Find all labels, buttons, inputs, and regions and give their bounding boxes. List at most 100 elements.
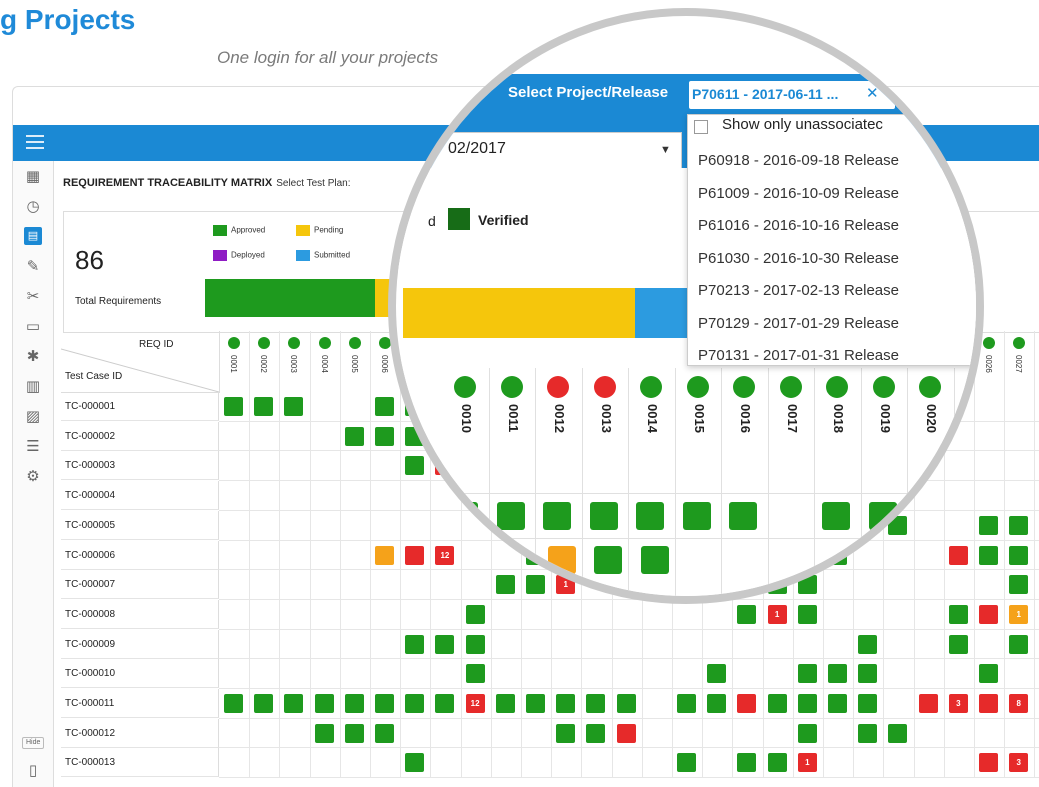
trace-cell[interactable] bbox=[707, 694, 727, 713]
trace-cell[interactable] bbox=[1009, 634, 1029, 654]
lens-trace-cell[interactable] bbox=[822, 502, 850, 530]
dropdown-arrow-icon[interactable]: ▼ bbox=[660, 144, 671, 156]
trace-cell[interactable] bbox=[375, 723, 394, 743]
trace-cell[interactable] bbox=[586, 723, 606, 743]
trace-cell[interactable] bbox=[526, 694, 545, 713]
trace-cell[interactable] bbox=[677, 694, 696, 713]
trace-cell[interactable] bbox=[979, 545, 998, 565]
trace-cell[interactable] bbox=[495, 694, 515, 713]
settings-icon[interactable]: ⚙ bbox=[24, 467, 42, 485]
stack-icon[interactable]: ☰ bbox=[24, 437, 42, 455]
trace-cell[interactable] bbox=[948, 604, 968, 624]
trace-cell[interactable] bbox=[375, 694, 394, 713]
lens-trace-cell[interactable] bbox=[682, 502, 711, 530]
requirements-icon[interactable]: ▤ bbox=[24, 227, 42, 245]
trace-cell[interactable] bbox=[767, 753, 787, 773]
terminal-icon[interactable]: ▭ bbox=[24, 317, 42, 335]
trace-cell[interactable] bbox=[737, 753, 757, 773]
test-case-row[interactable]: TC-000002 bbox=[61, 421, 219, 451]
lens-trace-cell[interactable] bbox=[589, 502, 618, 530]
trace-cell[interactable] bbox=[375, 545, 394, 565]
lens-trace-cell[interactable] bbox=[868, 502, 897, 530]
trace-cell[interactable] bbox=[375, 426, 394, 446]
lens-trace-cell[interactable] bbox=[594, 546, 622, 574]
release-option[interactable]: P60918 - 2016-09-18 Release bbox=[698, 152, 899, 169]
trace-cell[interactable]: 3 bbox=[1009, 753, 1029, 773]
trace-cell[interactable] bbox=[224, 397, 243, 416]
lens-trace-cell[interactable] bbox=[496, 502, 525, 530]
trace-cell[interactable] bbox=[284, 694, 304, 713]
trace-cell[interactable] bbox=[858, 634, 878, 654]
release-option[interactable]: P70129 - 2017-01-29 Release bbox=[698, 315, 899, 332]
release-option[interactable]: P61030 - 2016-10-30 Release bbox=[698, 250, 899, 267]
test-case-row[interactable]: TC-000011 bbox=[61, 689, 219, 718]
test-case-row[interactable]: TC-000009 bbox=[61, 629, 219, 659]
trace-cell[interactable] bbox=[616, 723, 636, 743]
lens-trace-cell[interactable] bbox=[450, 502, 478, 530]
dashboard-icon[interactable]: ▦ bbox=[24, 167, 42, 185]
trace-cell[interactable] bbox=[465, 634, 485, 654]
hide-sidebar-button[interactable]: Hide bbox=[22, 737, 45, 749]
trace-cell[interactable] bbox=[465, 664, 485, 684]
lens-trace-cell[interactable] bbox=[636, 502, 664, 530]
bug-icon[interactable]: ✱ bbox=[24, 347, 42, 365]
trace-cell[interactable]: 12 bbox=[465, 694, 485, 713]
test-case-row[interactable]: TC-000008 bbox=[61, 599, 219, 629]
release-option[interactable]: P61009 - 2016-10-09 Release bbox=[698, 185, 899, 202]
trace-cell[interactable] bbox=[828, 664, 847, 684]
trace-cell[interactable] bbox=[828, 694, 847, 713]
release-option[interactable]: P70131 - 2017-01-31 Release bbox=[698, 347, 899, 364]
trace-cell[interactable]: 1 bbox=[1009, 604, 1029, 624]
gauge-icon[interactable]: ◷ bbox=[24, 197, 42, 215]
menu-icon[interactable] bbox=[26, 135, 44, 149]
trace-cell[interactable] bbox=[254, 397, 274, 416]
tools-icon[interactable]: ✂ bbox=[24, 287, 42, 305]
trace-cell[interactable] bbox=[858, 694, 878, 713]
trace-cell[interactable] bbox=[314, 723, 334, 743]
trace-cell[interactable] bbox=[677, 753, 696, 773]
panel-icon[interactable]: ▯ bbox=[24, 761, 42, 779]
trace-cell[interactable] bbox=[314, 694, 334, 713]
trace-cell[interactable] bbox=[979, 664, 998, 684]
test-case-row[interactable]: TC-000003 bbox=[61, 451, 219, 481]
test-case-row[interactable]: TC-000010 bbox=[61, 659, 219, 689]
trace-cell[interactable] bbox=[797, 694, 817, 713]
test-case-row[interactable]: TC-000004 bbox=[61, 481, 219, 511]
test-case-row[interactable]: TC-000006 bbox=[61, 540, 219, 570]
trace-cell[interactable] bbox=[1009, 515, 1029, 535]
test-case-row[interactable]: TC-000012 bbox=[61, 718, 219, 748]
trace-cell[interactable] bbox=[344, 694, 364, 713]
trace-cell[interactable] bbox=[767, 694, 787, 713]
trace-cell[interactable] bbox=[979, 604, 998, 624]
analytics-icon[interactable]: ▥ bbox=[24, 377, 42, 395]
trace-cell[interactable] bbox=[979, 753, 998, 773]
trace-cell[interactable] bbox=[1009, 575, 1029, 595]
trace-cell[interactable]: 1 bbox=[767, 604, 787, 624]
trace-cell[interactable] bbox=[1009, 545, 1029, 565]
trace-cell[interactable] bbox=[797, 604, 817, 624]
trace-cell[interactable] bbox=[344, 426, 364, 446]
trace-cell[interactable] bbox=[858, 723, 878, 743]
reports-icon[interactable]: ▨ bbox=[24, 407, 42, 425]
trace-cell[interactable] bbox=[707, 664, 727, 684]
trace-cell[interactable]: 1 bbox=[797, 753, 817, 773]
test-case-row[interactable]: TC-000001 bbox=[61, 392, 219, 421]
chat-icon[interactable]: ✎ bbox=[24, 257, 42, 275]
test-case-row[interactable]: TC-000005 bbox=[61, 510, 219, 540]
lens-trace-cell[interactable] bbox=[640, 546, 669, 574]
release-option[interactable]: P61016 - 2016-10-16 Release bbox=[698, 217, 899, 234]
trace-cell[interactable] bbox=[586, 694, 606, 713]
trace-cell[interactable]: 3 bbox=[948, 694, 968, 713]
lens-trace-cell[interactable] bbox=[729, 502, 757, 530]
trace-cell[interactable] bbox=[344, 723, 364, 743]
trace-cell[interactable] bbox=[616, 694, 636, 713]
trace-cell[interactable] bbox=[254, 694, 274, 713]
test-case-row[interactable]: TC-000013 bbox=[61, 748, 219, 778]
trace-cell[interactable] bbox=[737, 604, 757, 624]
trace-cell[interactable] bbox=[979, 515, 998, 535]
trace-cell[interactable] bbox=[797, 723, 817, 743]
trace-cell[interactable] bbox=[375, 397, 394, 416]
trace-cell[interactable] bbox=[918, 694, 938, 713]
lens-trace-cell[interactable] bbox=[543, 502, 571, 530]
trace-cell[interactable]: 8 bbox=[1009, 694, 1029, 713]
